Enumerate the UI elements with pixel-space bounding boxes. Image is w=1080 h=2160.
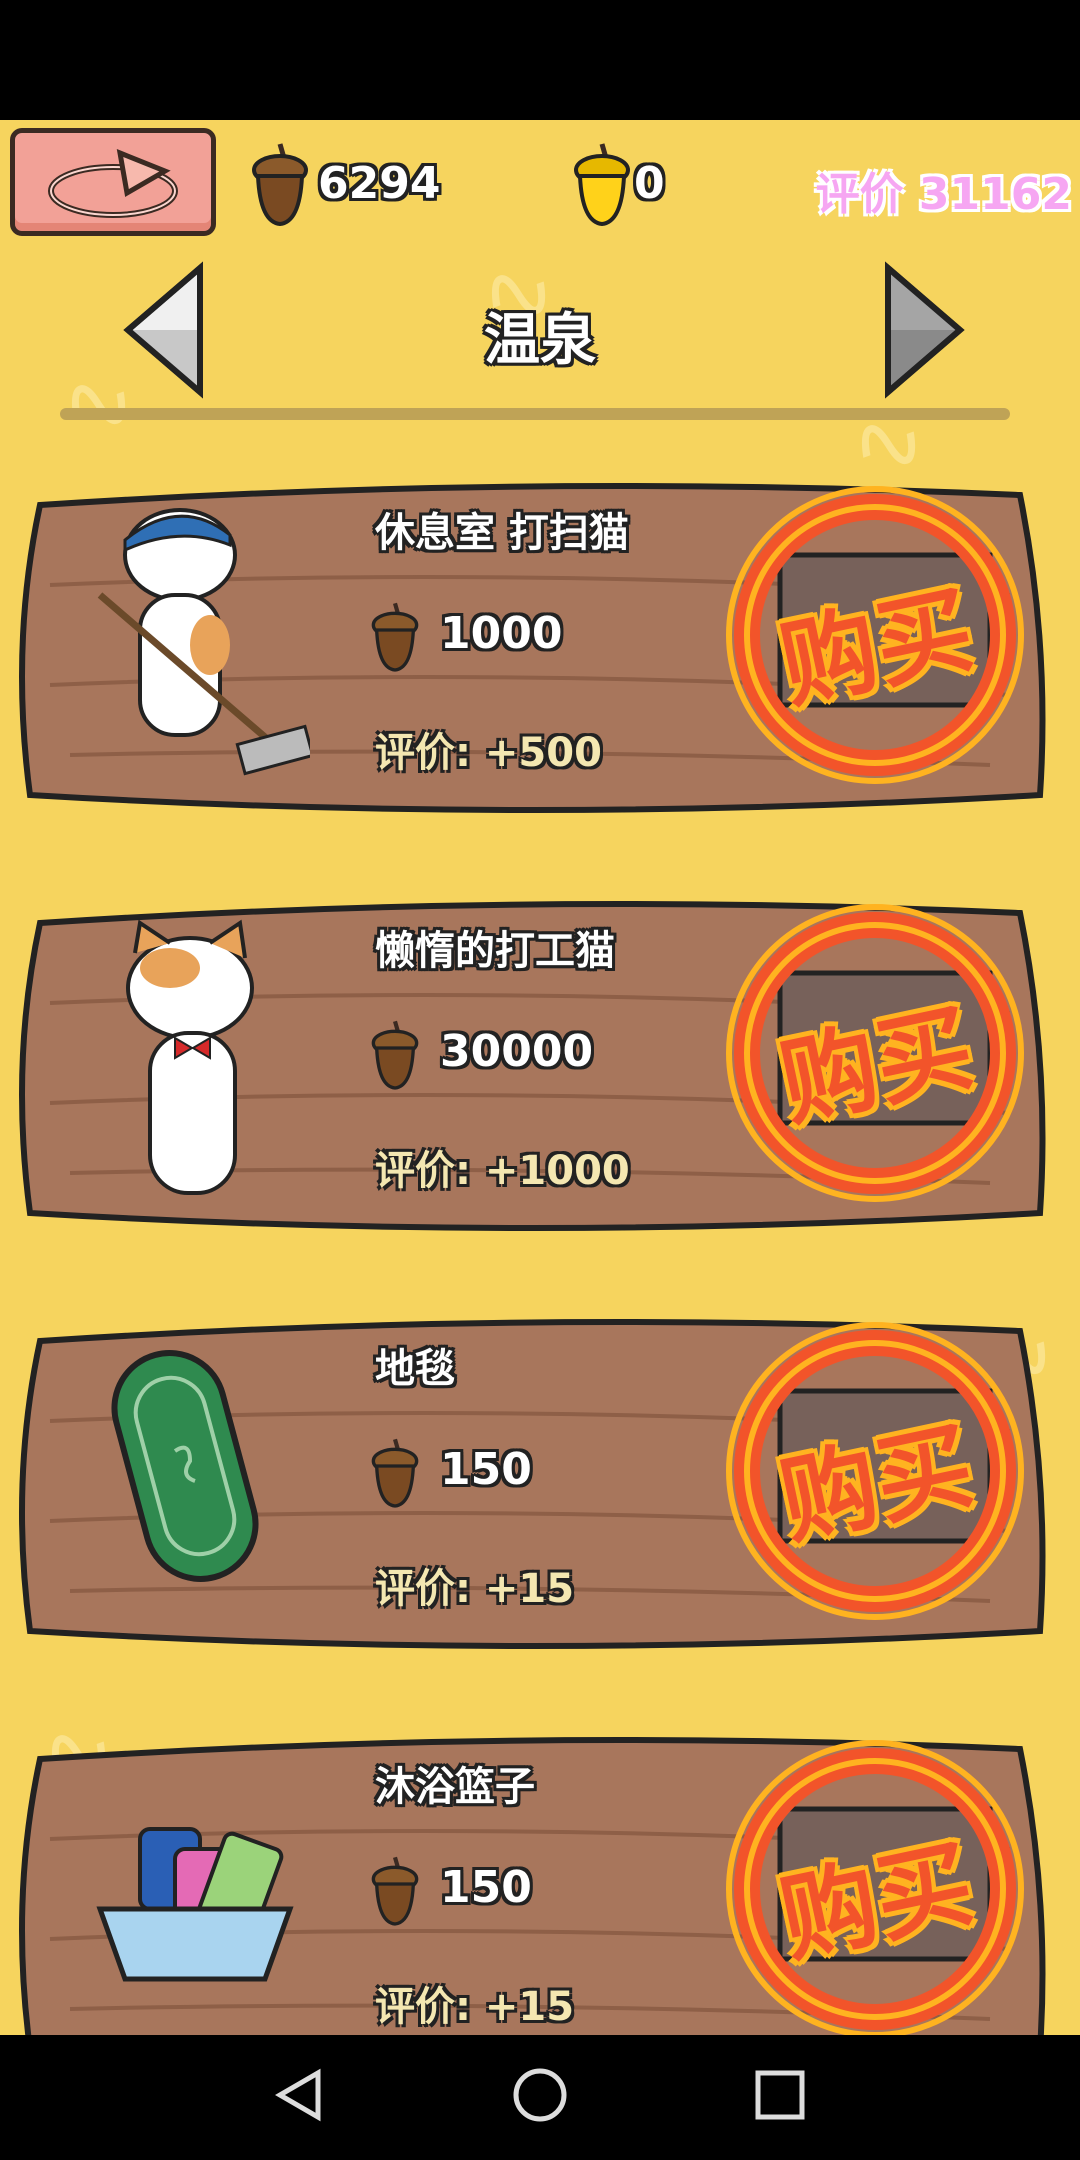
back-triangle-icon[interactable] [270,2065,330,2125]
cleaning-cat-icon [97,508,310,776]
system-nav-bar [0,2035,1080,2160]
shop-item-card: 休息室 打扫猫 1000 评价: +500 购买 [10,465,1060,825]
undo-arrow-icon [48,149,178,218]
acorn-brown-icon [252,143,308,227]
shop-item-card: 地毯 150 评价: +15 购买 [10,1301,1060,1661]
shop-screen: ∿ ∿ ∿ ∿ ∿ ∿ 6294 0 评价 31162 温泉 [0,120,1080,2035]
buy-button[interactable]: 购买 [725,485,1025,785]
acorn-gold-icon [574,143,630,227]
price-row: 1000 [370,600,562,672]
item-rating-gain: 评价: +1000 [375,1148,630,1194]
item-rating-gain: 评价: +500 [375,730,602,776]
acorn-brown-icon [371,1438,419,1508]
item-price: 30000 [440,1026,594,1077]
carpet-icon [111,1350,259,1582]
item-price: 1000 [440,608,563,659]
buy-button[interactable]: 购买 [725,1739,1025,2035]
acorn-brown-count: 6294 [318,158,441,209]
header-divider [60,408,1010,420]
acorn-brown-icon [371,602,419,672]
bath-basket-icon [96,1827,294,1982]
item-name: 地毯 [375,1346,455,1392]
shop-item-card: 懒惰的打工猫 30000 评价: +1000 购买 [10,883,1060,1243]
item-rating-gain: 评价: +15 [375,1984,575,2030]
price-row: 150 [370,1436,532,1508]
acorn-brown-icon [371,1020,419,1090]
item-name: 懒惰的打工猫 [375,928,615,974]
item-price: 150 [440,1862,532,1913]
item-name: 沐浴篮子 [375,1764,535,1810]
acorn-gold-count: 0 [634,158,665,209]
home-circle-icon[interactable] [510,2065,570,2125]
item-price: 150 [440,1444,532,1495]
shop-item-card: 沐浴篮子 150 评价: +15 购买 [10,1719,1060,2035]
item-rating-gain: 评价: +15 [375,1566,575,1612]
status-bar [0,0,1080,120]
buy-button[interactable]: 购买 [725,903,1025,1203]
back-button[interactable] [10,128,216,236]
price-row: 30000 [370,1018,593,1090]
buy-button[interactable]: 购买 [725,1321,1025,1621]
rating-score: 评价 31162 [815,169,1072,220]
recents-square-icon[interactable] [750,2065,810,2125]
next-category-arrow-icon[interactable] [878,260,968,400]
item-name: 休息室 打扫猫 [375,510,629,556]
price-row: 150 [370,1854,532,1926]
lazy-cat-icon [126,919,254,1195]
acorn-brown-icon [371,1856,419,1926]
